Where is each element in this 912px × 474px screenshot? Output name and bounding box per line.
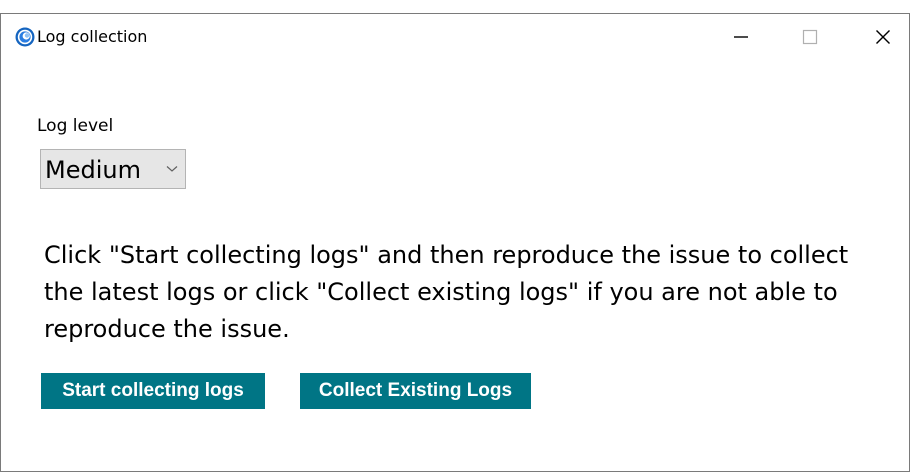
window-title: Log collection bbox=[37, 27, 148, 46]
app-logo-icon bbox=[15, 27, 35, 47]
instructions-text: Click "Start collecting logs" and then r… bbox=[44, 241, 849, 343]
log-level-value: Medium bbox=[45, 156, 141, 184]
minimize-icon bbox=[734, 36, 748, 38]
close-icon bbox=[876, 30, 890, 44]
log-level-label: Log level bbox=[37, 116, 114, 136]
close-button[interactable] bbox=[860, 14, 906, 60]
start-collecting-logs-button[interactable]: Start collecting logs bbox=[41, 373, 265, 409]
collect-existing-logs-button[interactable]: Collect Existing Logs bbox=[300, 373, 531, 409]
minimize-button[interactable] bbox=[718, 14, 764, 60]
log-level-dropdown[interactable]: Medium bbox=[40, 149, 186, 189]
log-collection-window: Log collection Log level Medium Click "S… bbox=[0, 13, 910, 472]
maximize-icon bbox=[802, 29, 818, 45]
maximize-button[interactable] bbox=[787, 14, 833, 60]
chevron-down-icon bbox=[166, 166, 178, 172]
title-bar[interactable]: Log collection bbox=[1, 14, 909, 60]
